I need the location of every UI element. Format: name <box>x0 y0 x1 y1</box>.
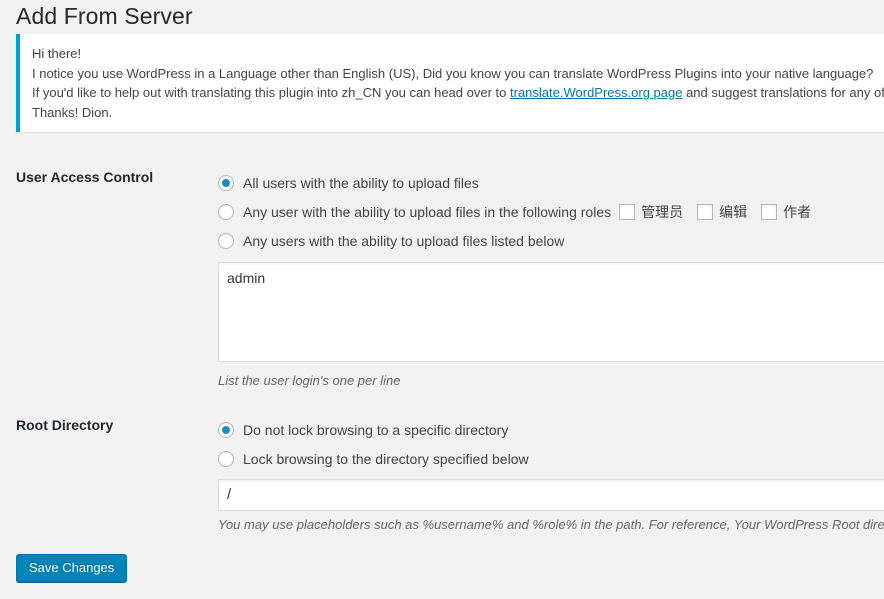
checkbox-role-editor-label: 编辑 <box>719 203 748 220</box>
radio-no-lock-icon[interactable] <box>218 422 234 439</box>
user-access-control-field: All users with the ability to upload fil… <box>218 155 884 403</box>
root-directory-path-input[interactable] <box>218 478 884 511</box>
role-checkbox-group: 管理员 编辑 作者 <box>619 203 825 220</box>
page-title: Add From Server <box>16 3 193 29</box>
radio-roles-label: Any user with the ability to upload file… <box>243 203 612 220</box>
radio-all-users-label: All users with the ability to upload fil… <box>243 174 479 191</box>
notice-line-signature: Thanks! Dion. <box>32 104 113 120</box>
root-directory-row: Root Directory Do not lock browsing to a… <box>0 403 884 547</box>
checkbox-role-author[interactable] <box>761 203 778 220</box>
notice-line-language: I notice you use WordPress in a Language… <box>32 65 874 81</box>
submit-area: Save Changes <box>16 554 128 582</box>
translate-wordpress-org-link[interactable]: translate.WordPress.org page <box>510 85 682 100</box>
user-access-control-row: User Access Control All users with the a… <box>0 155 884 403</box>
translation-notice: Hi there! I notice you use WordPress in … <box>16 34 884 132</box>
settings-form-table: User Access Control All users with the a… <box>0 155 884 547</box>
root-directory-help-text: You may use placeholders such as %userna… <box>218 516 884 532</box>
radio-listed-users-label: Any users with the ability to upload fil… <box>243 232 565 249</box>
radio-no-lock-label: Do not lock browsing to a specific direc… <box>243 422 509 439</box>
checkbox-role-administrator[interactable] <box>619 203 636 220</box>
checkbox-role-administrator-label: 管理员 <box>641 203 684 220</box>
admin-settings-page: Add From Server Hi there! I notice you u… <box>0 0 884 599</box>
radio-listed-users-icon[interactable] <box>218 232 234 249</box>
root-directory-field: Do not lock browsing to a specific direc… <box>218 403 884 547</box>
user-logins-help-text: List the user login's one per line <box>218 372 401 388</box>
radio-option-roles[interactable]: Any user with the ability to upload file… <box>218 197 884 226</box>
checkbox-role-author-label: 作者 <box>783 203 812 220</box>
radio-option-no-lock[interactable]: Do not lock browsing to a specific direc… <box>218 416 884 445</box>
notice-text-after-link: and suggest translations for any of the … <box>686 85 884 100</box>
user-access-control-label: User Access Control <box>16 169 154 185</box>
radio-roles-icon[interactable] <box>218 203 234 220</box>
radio-lock-directory-icon[interactable] <box>218 451 234 468</box>
radio-option-listed-users[interactable]: Any users with the ability to upload fil… <box>218 226 884 255</box>
notice-text-before-link: If you'd like to help out with translati… <box>32 85 510 100</box>
radio-option-lock-directory[interactable]: Lock browsing to the directory specified… <box>218 445 884 474</box>
root-directory-label: Root Directory <box>16 416 114 433</box>
checkbox-role-editor[interactable] <box>697 203 714 220</box>
radio-all-users-icon[interactable] <box>218 174 234 191</box>
user-logins-textarea[interactable] <box>218 262 884 362</box>
save-changes-button[interactable]: Save Changes <box>16 554 128 582</box>
radio-option-all-users[interactable]: All users with the ability to upload fil… <box>218 168 884 197</box>
notice-line-greeting: Hi there! <box>32 46 82 61</box>
notice-line-translate: If you'd like to help out with translati… <box>32 83 884 103</box>
radio-lock-directory-label: Lock browsing to the directory specified… <box>243 451 529 468</box>
